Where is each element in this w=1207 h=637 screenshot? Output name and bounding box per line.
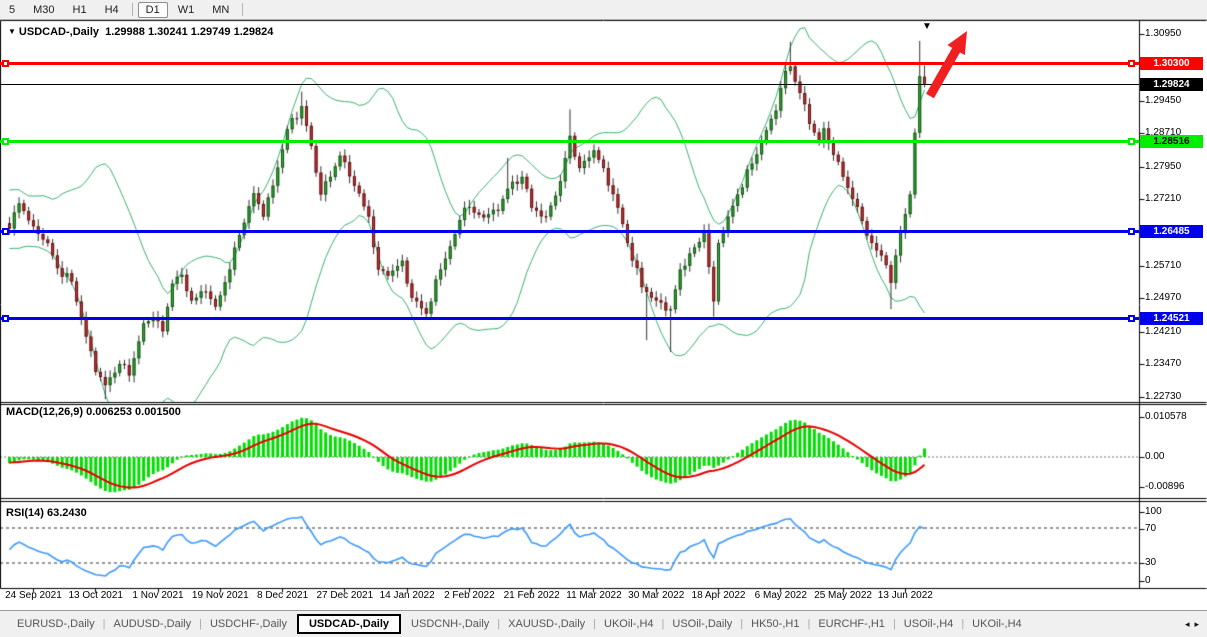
tab-separator: | xyxy=(740,618,743,630)
candle-top-marker-icon: ▼ xyxy=(922,22,932,32)
timeframe-button-m30[interactable]: M30 xyxy=(25,2,62,18)
trend-arrow-annotation[interactable] xyxy=(0,0,1207,637)
symbol-tab-usdcnh-daily[interactable]: USDCNH-,Daily xyxy=(404,615,496,633)
mt4-terminal-window: 5M30H1H4D1W1MN ▼USDCAD-,Daily 1.29988 1.… xyxy=(0,0,1207,637)
symbol-tab-eurchf-h1[interactable]: EURCHF-,H1 xyxy=(811,615,892,633)
timeframe-button-w1[interactable]: W1 xyxy=(170,2,203,18)
tab-scroll-arrows: ◂▸ xyxy=(1180,619,1199,630)
timeframe-toolbar: 5M30H1H4 D1W1MN xyxy=(0,0,1207,20)
toolbar-separator xyxy=(132,3,133,16)
symbol-tab-eurusd-daily[interactable]: EURUSD-,Daily xyxy=(10,615,102,633)
symbol-tab-ukoil-h4[interactable]: UKOil-,H4 xyxy=(965,615,1029,633)
tab-scroll-left-icon[interactable]: ◂ xyxy=(1185,619,1190,629)
timeframe-button-5[interactable]: 5 xyxy=(1,2,23,18)
symbol-tab-usoil-h4[interactable]: USOil-,H4 xyxy=(897,615,961,633)
timeframe-button-h1[interactable]: H1 xyxy=(65,2,95,18)
timeframe-button-mn[interactable]: MN xyxy=(204,2,237,18)
symbol-tab-audusd-daily[interactable]: AUDUSD-,Daily xyxy=(106,615,198,633)
tab-separator: | xyxy=(103,618,106,630)
tab-separator: | xyxy=(807,618,810,630)
toolbar-separator xyxy=(242,3,243,16)
tab-scroll-right-icon[interactable]: ▸ xyxy=(1194,619,1199,629)
symbol-tab-usoil-daily[interactable]: USOil-,Daily xyxy=(665,615,739,633)
tab-separator: | xyxy=(593,618,596,630)
timeframe-button-d1[interactable]: D1 xyxy=(138,2,168,18)
symbol-tab-usdchf-daily[interactable]: USDCHF-,Daily xyxy=(203,615,294,633)
timeframe-button-h4[interactable]: H4 xyxy=(97,2,127,18)
tab-separator: | xyxy=(662,618,665,630)
tab-separator: | xyxy=(497,618,500,630)
tab-separator: | xyxy=(893,618,896,630)
symbol-tab-usdcad-daily[interactable]: USDCAD-,Daily xyxy=(297,614,401,634)
tab-separator: | xyxy=(961,618,964,630)
symbol-tab-hk50-h1[interactable]: HK50-,H1 xyxy=(744,615,806,633)
symbol-tab-xauusd-daily[interactable]: XAUUSD-,Daily xyxy=(501,615,592,633)
symbol-tab-ukoil-h4[interactable]: UKOil-,H4 xyxy=(597,615,661,633)
symbol-tab-bar: EURUSD-,Daily|AUDUSD-,Daily|USDCHF-,Dail… xyxy=(0,610,1207,637)
tab-separator: | xyxy=(199,618,202,630)
